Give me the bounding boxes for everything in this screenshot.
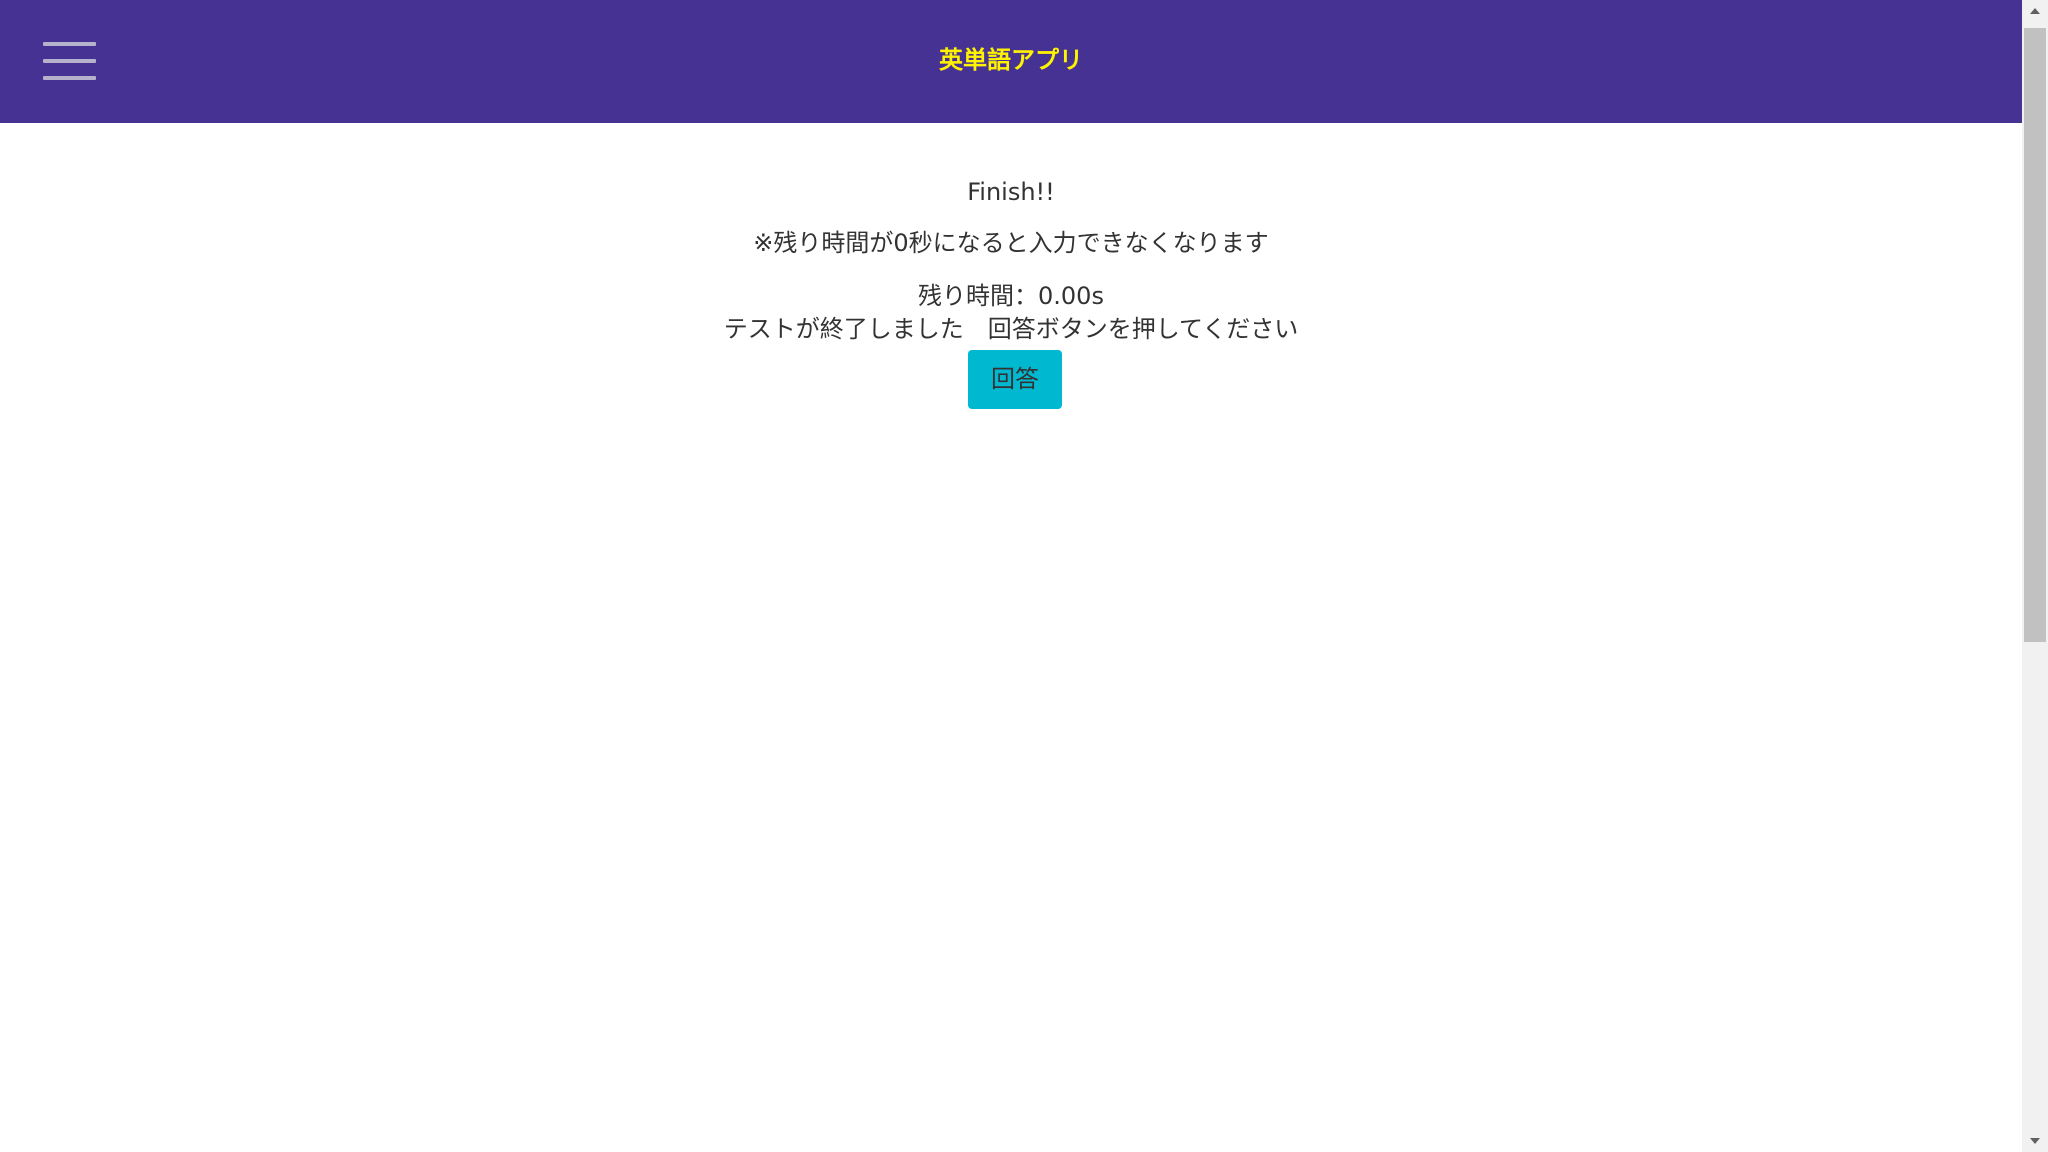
time-limit-note: ※残り時間が0秒になると入力できなくなります bbox=[753, 229, 1269, 257]
scroll-up-arrow-icon[interactable] bbox=[2022, 0, 2048, 22]
scrollbar-thumb[interactable] bbox=[2024, 28, 2046, 642]
app-header: 英単語アプリ bbox=[0, 0, 2022, 123]
test-finished-message: テストが終了しました 回答ボタンを押してください bbox=[723, 315, 1299, 343]
answer-button[interactable]: 回答 bbox=[968, 350, 1062, 409]
scroll-down-arrow-icon[interactable] bbox=[2022, 1130, 2048, 1152]
app-title: 英単語アプリ bbox=[939, 46, 1083, 74]
finish-heading: Finish!! bbox=[967, 178, 1055, 206]
app-viewport: 英単語アプリ Finish!! ※残り時間が0秒になると入力できなくなります 残… bbox=[0, 0, 2022, 1152]
vertical-scrollbar[interactable] bbox=[2022, 0, 2048, 1152]
remaining-time: 残り時間：0.00s bbox=[918, 282, 1104, 310]
